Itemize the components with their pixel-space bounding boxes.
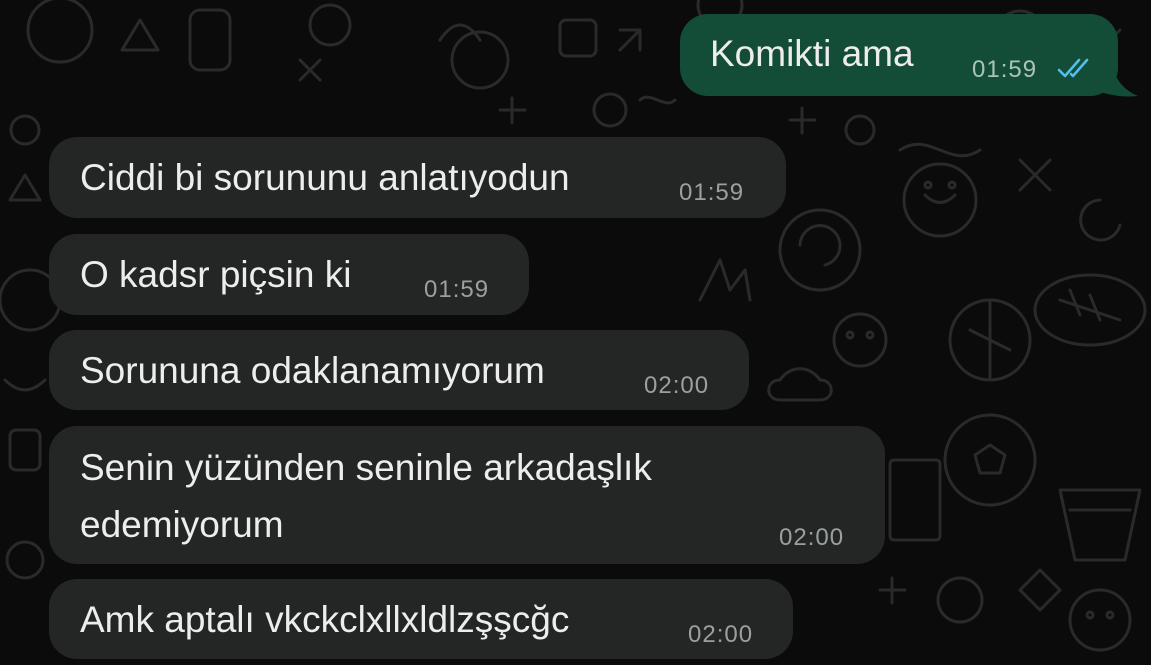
message-text: Amk aptalı vkckclxllxldlzşşcğc: [80, 599, 570, 640]
message-text: Sorununa odaklanamıyorum: [80, 350, 545, 391]
message-text-line: edemiyorum: [80, 504, 284, 545]
message-bubble-incoming[interactable]: Amk aptalı vkckclxllxldlzşşcğc 02:00: [49, 579, 793, 659]
message-timestamp: 01:59: [424, 276, 490, 303]
message-text: Ciddi bi sorununu anlatıyodun: [80, 157, 570, 198]
message-timestamp: 02:00: [779, 524, 845, 551]
message-bubble-incoming[interactable]: Sorununa odaklanamıyorum 02:00: [49, 330, 749, 410]
message-text: O kadsr piçsin ki: [80, 254, 352, 295]
message-bubble-incoming[interactable]: Senin yüzünden seninle arkadaşlık edemiy…: [49, 426, 885, 564]
double-check-read-icon: [1057, 58, 1089, 78]
chat-message-list[interactable]: Komikti ama 01:59 Ciddi bi sorununu anla…: [0, 0, 1151, 665]
message-bubble-outgoing[interactable]: Komikti ama 01:59: [680, 14, 1118, 96]
message-bubble-incoming[interactable]: Ciddi bi sorununu anlatıyodun 01:59: [49, 137, 786, 218]
message-timestamp: 02:00: [688, 621, 754, 648]
message-bubble-incoming[interactable]: O kadsr piçsin ki 01:59: [49, 234, 529, 315]
message-timestamp: 02:00: [644, 372, 710, 399]
bubble-tail: [1100, 66, 1138, 97]
message-text-line: Senin yüzünden seninle arkadaşlık: [80, 447, 652, 488]
message-text: Komikti ama: [710, 33, 914, 74]
message-timestamp: 01:59: [679, 179, 745, 206]
message-timestamp: 01:59: [972, 56, 1038, 83]
